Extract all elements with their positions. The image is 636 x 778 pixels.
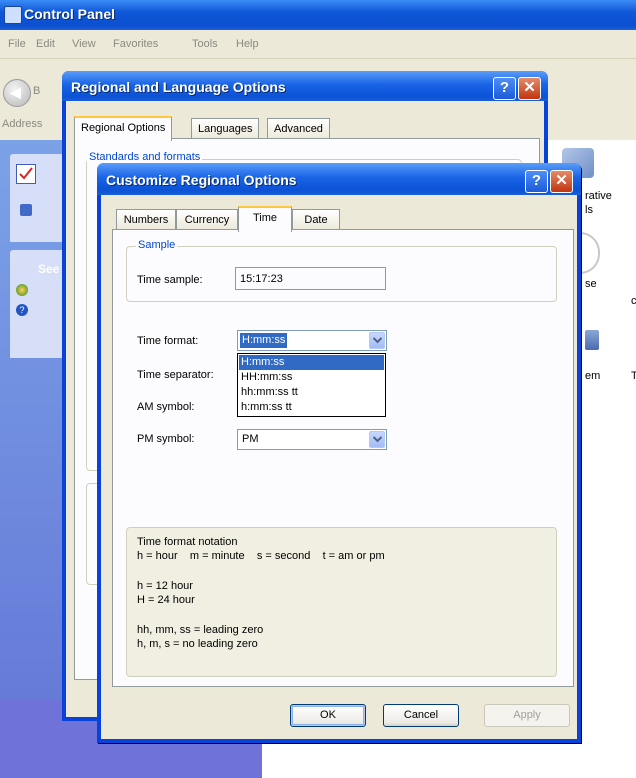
- notation-line-1: h = hour m = minute s = second t = am or…: [137, 550, 385, 562]
- time-format-dropdown-button[interactable]: [369, 332, 385, 349]
- task-pane: ?: [0, 140, 66, 778]
- checklist-icon[interactable]: [16, 164, 36, 184]
- tab-currency[interactable]: Currency: [176, 209, 238, 230]
- customize-close-button[interactable]: ✕: [550, 170, 573, 193]
- time-format-option-selected[interactable]: H:mm:ss: [239, 355, 384, 370]
- customize-dialog-body: Numbers Currency Time Date Sample Time s…: [101, 195, 577, 739]
- ok-button[interactable]: OK: [290, 704, 366, 727]
- control-panel-icon: [4, 6, 22, 24]
- customize-regional-options-dialog: Customize Regional Options ? ✕ Numbers C…: [97, 163, 581, 743]
- address-label: Address: [2, 118, 43, 130]
- time-format-notation-box: Time format notation h = hour m = minute…: [126, 527, 557, 677]
- pm-symbol-combo[interactable]: PM: [237, 429, 387, 450]
- back-button[interactable]: ◀: [3, 79, 31, 107]
- am-symbol-label: AM symbol:: [137, 401, 195, 413]
- time-sample-field: 15:17:23: [235, 267, 386, 290]
- menu-favorites[interactable]: Favorites: [113, 38, 158, 50]
- notation-line-2: h = 12 hour: [137, 580, 193, 592]
- tab-numbers[interactable]: Numbers: [116, 209, 176, 230]
- time-format-value: H:mm:ss: [240, 333, 288, 348]
- regional-dialog-title: Regional and Language Options: [71, 79, 286, 95]
- time-sample-label: Time sample:: [137, 274, 203, 286]
- notation-line-5: h, m, s = no leading zero: [137, 638, 258, 650]
- notation-line-4: hh, mm, ss = leading zero: [137, 624, 264, 636]
- tab-languages[interactable]: Languages: [191, 118, 260, 139]
- notation-line-3: H = 24 hour: [137, 594, 195, 606]
- apply-button[interactable]: Apply: [484, 704, 570, 727]
- mouse-label-fragment: se: [585, 278, 597, 290]
- cancel-button[interactable]: Cancel: [383, 704, 459, 727]
- system-icon[interactable]: [585, 330, 599, 350]
- regional-dialog-titlebar[interactable]: Regional and Language Options ? ✕: [62, 71, 548, 101]
- task-pane-section: [10, 154, 66, 242]
- pm-symbol-label: PM symbol:: [137, 433, 195, 445]
- content-fragment-t: T: [631, 370, 636, 382]
- time-separator-label: Time separator:: [137, 369, 214, 381]
- chevron-down-icon: [373, 337, 382, 344]
- control-panel-titlebar[interactable]: Control Panel: [0, 0, 636, 30]
- tab-advanced[interactable]: Advanced: [267, 118, 330, 139]
- standards-formats-legend: Standards and formats: [87, 151, 203, 163]
- tab-date[interactable]: Date: [292, 209, 340, 230]
- notation-title: Time format notation: [137, 536, 238, 548]
- menu-file[interactable]: File: [8, 38, 26, 50]
- customize-dialog-title: Customize Regional Options: [106, 172, 297, 188]
- time-format-label: Time format:: [137, 335, 199, 347]
- help-icon[interactable]: ?: [16, 304, 28, 316]
- time-format-option[interactable]: h:mm:ss tt: [239, 400, 384, 415]
- customize-dialog-titlebar[interactable]: Customize Regional Options ? ✕: [97, 163, 581, 195]
- time-format-dropdown-list: H:mm:ss HH:mm:ss hh:mm:ss tt h:mm:ss tt: [237, 353, 386, 417]
- switch-view-icon[interactable]: [20, 204, 32, 216]
- menu-edit[interactable]: Edit: [36, 38, 55, 50]
- menu-help[interactable]: Help: [236, 38, 259, 50]
- tab-regional-options[interactable]: Regional Options: [74, 116, 173, 141]
- time-format-option[interactable]: HH:mm:ss: [239, 370, 384, 385]
- control-panel-menubar: File Edit View Favorites Tools Help: [0, 30, 636, 59]
- time-format-option[interactable]: hh:mm:ss tt: [239, 385, 384, 400]
- admin-tools-label-fragment-2: ls: [585, 204, 593, 216]
- regional-help-button[interactable]: ?: [493, 77, 516, 100]
- control-panel-title: Control Panel: [24, 6, 116, 22]
- pm-symbol-dropdown-button[interactable]: [369, 431, 385, 448]
- admin-tools-label-fragment: rative: [585, 190, 612, 202]
- windows-update-icon[interactable]: [16, 284, 28, 296]
- chevron-down-icon: [373, 436, 382, 443]
- tab-time[interactable]: Time: [238, 206, 292, 232]
- pm-symbol-value: PM: [242, 433, 259, 445]
- back-arrow-icon: ◀: [10, 84, 21, 100]
- menu-tools[interactable]: Tools: [192, 38, 218, 50]
- time-format-combo[interactable]: H:mm:ss: [237, 330, 387, 351]
- menu-view[interactable]: View: [72, 38, 96, 50]
- content-fragment-c: c: [631, 295, 636, 307]
- see-also-header: See: [38, 262, 60, 276]
- customize-help-button[interactable]: ?: [525, 170, 548, 193]
- regional-close-button[interactable]: ✕: [518, 77, 541, 100]
- system-label-fragment: em: [585, 370, 601, 382]
- back-label: B: [33, 85, 41, 97]
- sample-legend: Sample: [136, 239, 178, 251]
